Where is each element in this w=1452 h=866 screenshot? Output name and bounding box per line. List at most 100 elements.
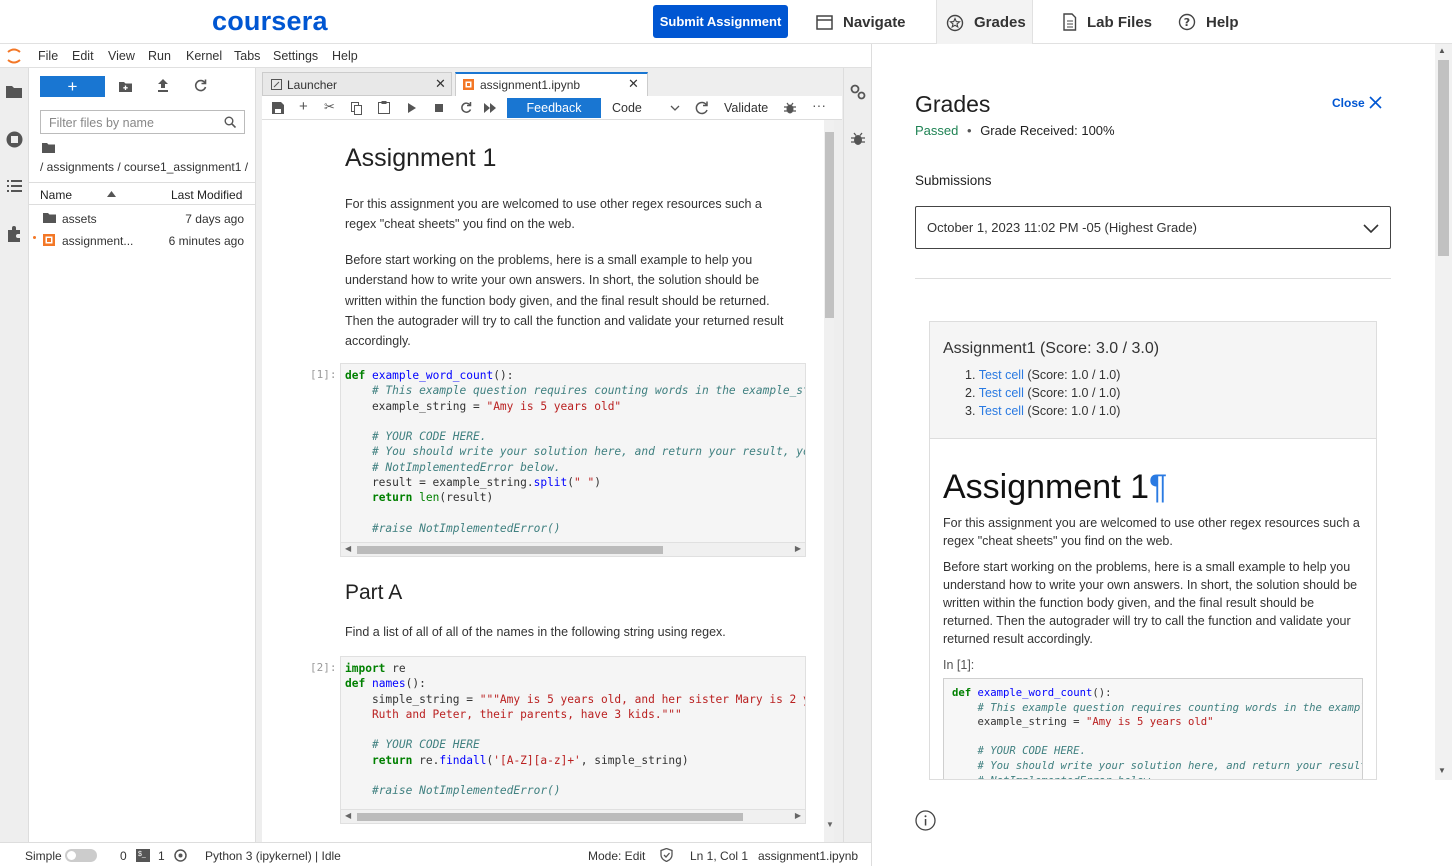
tab-launcher[interactable]: Launcher ✕ [262, 72, 452, 96]
tab-notebook[interactable]: assignment1.ipynb ✕ [455, 72, 648, 96]
horizontal-scrollbar[interactable]: ◀ ▶ [341, 542, 805, 556]
notebook-icon [43, 234, 55, 246]
passed-status: Passed [915, 123, 959, 138]
menu-tabs[interactable]: Tabs [234, 49, 260, 63]
paste-icon[interactable] [378, 101, 390, 114]
close-icon[interactable] [1369, 96, 1382, 109]
close-icon[interactable]: ✕ [628, 76, 639, 92]
lab-files-button[interactable]: Lab Files [1062, 0, 1152, 44]
simple-mode-toggle[interactable] [65, 849, 97, 862]
feedback-button[interactable]: Feedback [507, 98, 601, 118]
help-button[interactable]: ? Help [1178, 0, 1239, 44]
menu-view[interactable]: View [108, 49, 135, 63]
kernel-status[interactable]: Python 3 (ipykernel) | Idle [205, 849, 341, 863]
report-code-cell: def example_word_count(): # This example… [943, 678, 1363, 779]
folder-icon [43, 213, 56, 223]
cell-type-select[interactable]: Code [612, 101, 642, 115]
new-launcher-button[interactable]: + [40, 76, 105, 97]
file-row-notebook[interactable]: assignment... 6 minutes ago [29, 231, 256, 253]
test-cell-link[interactable]: Test cell [979, 404, 1024, 418]
submission-select[interactable]: October 1, 2023 11:02 PM -05 (Highest Gr… [915, 206, 1391, 249]
debugger-icon[interactable] [851, 132, 865, 146]
report-title: Assignment1 (Score: 3.0 / 3.0) [943, 340, 1160, 357]
navigate-button[interactable]: Navigate [816, 0, 906, 44]
menu-edit[interactable]: Edit [72, 49, 94, 63]
notebook-paragraph-1: For this assignment you are welcomed to … [345, 197, 762, 232]
simple-mode-label: Simple [25, 849, 62, 863]
submissions-label: Submissions [915, 173, 992, 188]
test-item: 1. Test cell (Score: 1.0 / 1.0) [965, 366, 1120, 384]
terminal-count: 0 [120, 849, 127, 863]
notebook-vertical-scrollbar[interactable]: ▼ [824, 120, 834, 842]
stop-icon[interactable] [435, 104, 443, 112]
validate-button[interactable]: Validate [724, 101, 768, 115]
code-cell-1[interactable]: def example_word_count(): # This example… [340, 363, 806, 557]
test-cell-link[interactable]: Test cell [979, 386, 1024, 400]
code-cell-2-source[interactable]: import re def names(): simple_string = "… [341, 657, 805, 803]
jupyter-logo-icon [7, 48, 21, 64]
property-inspector-icon[interactable] [850, 84, 866, 100]
in-prompt: In [1]: [943, 658, 975, 672]
kernel-count: 1 [158, 849, 165, 863]
help-icon: ? [1178, 13, 1196, 31]
horizontal-scrollbar[interactable]: ◀ ▶ [341, 809, 805, 823]
breadcrumb[interactable]: / assignments / course1_assignment1 / [40, 160, 248, 174]
kernel-settings-icon[interactable] [174, 849, 187, 862]
cut-icon[interactable]: ✂ [324, 99, 335, 115]
tab-notebook-label: assignment1.ipynb [480, 78, 581, 92]
copy-icon[interactable] [351, 102, 362, 115]
test-score: (Score: 1.0 / 1.0) [1027, 368, 1121, 382]
add-cell-icon[interactable]: + [299, 98, 308, 115]
name-column-header[interactable]: Name [40, 188, 72, 202]
new-folder-icon[interactable] [119, 81, 132, 92]
lab-files-icon [1063, 13, 1077, 31]
kernel-bug-icon[interactable] [784, 102, 796, 114]
grades-button[interactable]: Grades [936, 0, 1033, 45]
notebook-paragraph-3: Find a list of all of all of the names i… [345, 625, 726, 639]
chevron-down-icon[interactable] [670, 105, 680, 111]
extensions-icon[interactable] [6, 226, 22, 242]
menu-kernel[interactable]: Kernel [186, 49, 222, 63]
restart-icon[interactable] [460, 102, 472, 114]
status-bar: Simple 0 $_ 1 Python 3 (ipykernel) | Idl… [0, 842, 871, 866]
code-cell-1-source[interactable]: def example_word_count(): # This example… [341, 364, 805, 540]
anchor-link[interactable]: ¶ [1149, 468, 1167, 506]
breadcrumb-folder-icon[interactable] [42, 143, 55, 153]
test-cell-link[interactable]: Test cell [979, 368, 1024, 382]
grades-vertical-scrollbar[interactable]: ▲ ▼ [1435, 44, 1452, 780]
last-modified-column-header[interactable]: Last Modified [171, 188, 242, 202]
left-sidebar-strip [0, 68, 29, 842]
running-kernels-icon[interactable] [6, 131, 23, 148]
running-indicator [33, 236, 36, 239]
menu-settings[interactable]: Settings [273, 49, 318, 63]
menu-file[interactable]: File [38, 49, 58, 63]
jupyter-lab: File Edit View Run Kernel Tabs Settings … [0, 44, 872, 866]
terminal-icon[interactable]: $_ [136, 849, 150, 862]
report-heading: Assignment 1¶ [943, 468, 1167, 507]
submit-assignment-button[interactable]: Submit Assignment [653, 5, 788, 38]
folder-icon[interactable] [6, 85, 22, 98]
info-icon[interactable] [915, 810, 936, 831]
run-icon[interactable] [408, 103, 416, 113]
more-options-icon[interactable]: ··· [812, 97, 826, 113]
table-of-contents-icon[interactable] [7, 180, 22, 192]
coursera-logo[interactable]: coursera [212, 6, 328, 37]
menu-help[interactable]: Help [332, 49, 358, 63]
file-modified: 6 minutes ago [168, 234, 244, 248]
close-button[interactable]: Close [1332, 96, 1365, 110]
filter-files-input[interactable]: Filter files by name [40, 110, 245, 134]
code-cell-2[interactable]: import re def names(): simple_string = "… [340, 656, 806, 824]
test-item: 3. Test cell (Score: 1.0 / 1.0) [965, 402, 1120, 420]
cursor-position[interactable]: Ln 1, Col 1 [690, 849, 748, 863]
refresh-icon[interactable] [194, 79, 207, 92]
shield-icon[interactable] [660, 848, 673, 862]
close-icon[interactable]: ✕ [435, 76, 446, 92]
file-modified: 7 days ago [185, 212, 244, 226]
fast-forward-icon[interactable] [484, 103, 496, 113]
notebook-area: Launcher ✕ assignment1.ipynb ✕ + ✂ Feedb… [256, 68, 843, 842]
upload-icon[interactable] [157, 79, 169, 92]
menu-run[interactable]: Run [148, 49, 171, 63]
file-row-assets[interactable]: assets 7 days ago [29, 209, 256, 231]
save-icon[interactable] [272, 102, 284, 114]
validate-icon[interactable] [695, 101, 709, 115]
